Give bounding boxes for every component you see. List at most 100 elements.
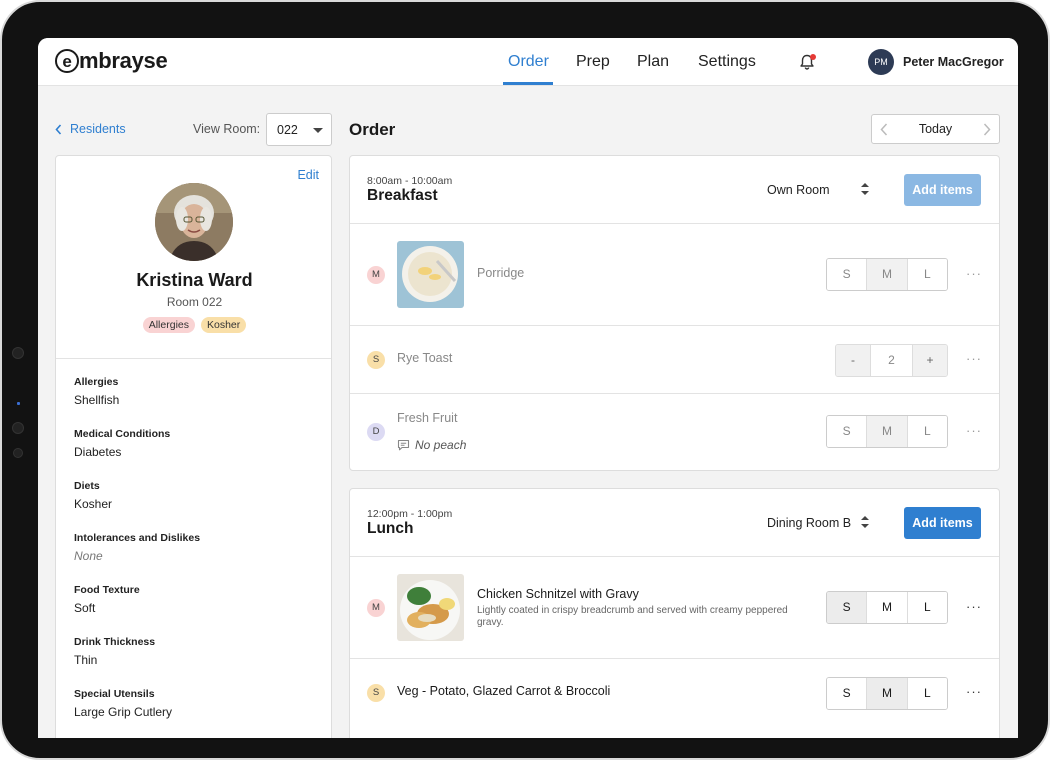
nav-tab-prep[interactable]: Prep	[576, 38, 610, 86]
size-s-button[interactable]: S	[827, 678, 868, 709]
increment-button[interactable]: +	[913, 345, 947, 376]
device-side-button	[12, 422, 24, 434]
item-name: Fresh Fruit	[397, 411, 458, 425]
more-options-icon[interactable]: ···	[966, 599, 982, 614]
nav-tab-plan[interactable]: Plan	[637, 38, 669, 86]
detail-label: Medical Conditions	[74, 428, 171, 440]
sort-icon[interactable]	[860, 514, 870, 530]
logo-mark: e	[55, 49, 79, 73]
category-badge: S	[367, 684, 385, 702]
user-avatar[interactable]: PM	[868, 49, 894, 75]
item-description: Lightly coated in crispy breadcrumb and …	[477, 605, 788, 628]
meal-time: 12:00pm - 1:00pm	[367, 508, 453, 520]
size-l-button[interactable]: L	[907, 592, 947, 623]
top-navigation-bar: e mbrayse Order Prep Plan Settings PM Pet…	[38, 38, 1018, 86]
detail-label: Special Utensils	[74, 688, 155, 700]
detail-intolerances: Intolerances and Dislikes None	[74, 532, 200, 563]
chicken-schnitzel-image	[397, 574, 464, 641]
edit-resident-link[interactable]: Edit	[297, 168, 319, 182]
porridge-image	[397, 241, 464, 308]
date-label[interactable]: Today	[919, 122, 952, 136]
detail-label: Allergies	[74, 376, 119, 388]
order-item-row: S Rye Toast - 2 + ···	[350, 326, 999, 394]
resident-photo	[155, 183, 233, 261]
size-s-button[interactable]: S	[827, 416, 868, 447]
order-item-row: S Veg - Potato, Glazed Carrot & Broccoli…	[350, 659, 999, 727]
item-name: Veg - Potato, Glazed Carrot & Broccoli	[397, 684, 611, 698]
portion-size-selector[interactable]: S M L	[826, 258, 948, 291]
detail-special-utensils: Special Utensils Large Grip Cutlery	[74, 688, 172, 719]
detail-value: None	[74, 549, 103, 563]
item-note: No peach	[397, 438, 466, 452]
meal-location[interactable]: Own Room	[767, 183, 830, 197]
category-badge: D	[367, 423, 385, 441]
embrayse-logo[interactable]: e mbrayse	[55, 48, 168, 74]
date-navigator: Today	[871, 114, 1000, 144]
size-s-button[interactable]: S	[827, 592, 868, 623]
quantity-stepper[interactable]: - 2 +	[835, 344, 948, 377]
portion-size-selector[interactable]: S M L	[826, 677, 948, 710]
detail-value: Thin	[74, 653, 98, 667]
size-l-button[interactable]: L	[907, 416, 947, 447]
category-badge: M	[367, 599, 385, 617]
order-item-row: M Chicken Schnitzel with Gravy Lightly c…	[350, 557, 999, 659]
detail-label: Intolerances and Dislikes	[74, 532, 201, 544]
active-tab-indicator	[503, 82, 553, 85]
more-options-icon[interactable]: ···	[966, 266, 982, 281]
meal-card-breakfast: 8:00am - 10:00am Breakfast Own Room Add …	[349, 155, 1000, 471]
sort-icon[interactable]	[860, 181, 870, 197]
detail-value: Diabetes	[74, 445, 122, 459]
chevron-right-icon[interactable]	[983, 122, 991, 136]
portion-size-selector[interactable]: S M L	[826, 415, 948, 448]
allergies-tag: Allergies	[142, 317, 195, 333]
nav-tab-settings[interactable]: Settings	[698, 38, 756, 86]
size-m-button[interactable]: M	[867, 678, 908, 709]
chevron-left-icon	[55, 123, 62, 135]
meal-card-lunch: 12:00pm - 1:00pm Lunch Dining Room B Add…	[349, 488, 1000, 738]
chevron-left-icon[interactable]	[880, 122, 888, 136]
size-l-button[interactable]: L	[907, 259, 947, 290]
user-name[interactable]: Peter MacGregor	[903, 55, 1004, 69]
nav-tab-order[interactable]: Order	[508, 38, 549, 86]
detail-diets: Diets Kosher	[74, 480, 112, 511]
portion-size-selector[interactable]: S M L	[826, 591, 948, 624]
add-items-button[interactable]: Add items	[904, 174, 981, 206]
quantity-value[interactable]: 2	[870, 345, 913, 376]
detail-label: Drink Thickness	[74, 636, 156, 648]
add-items-button[interactable]: Add items	[904, 507, 981, 539]
meal-time: 8:00am - 10:00am	[367, 175, 453, 187]
view-room-label: View Room:	[193, 122, 261, 136]
detail-value: Soft	[74, 601, 96, 615]
room-select[interactable]: 022	[266, 113, 332, 146]
item-name: Rye Toast	[397, 351, 453, 365]
back-to-residents-link[interactable]: Residents	[55, 122, 126, 136]
detail-medical-conditions: Medical Conditions Diabetes	[74, 428, 170, 459]
logo-wordmark: mbrayse	[79, 48, 168, 73]
kosher-tag: Kosher	[201, 317, 247, 333]
more-options-icon[interactable]: ···	[966, 684, 982, 699]
detail-value: Kosher	[74, 497, 113, 511]
size-m-button[interactable]: M	[867, 592, 908, 623]
decrement-button[interactable]: -	[836, 345, 870, 376]
tablet-frame: e mbrayse Order Prep Plan Settings PM Pet…	[0, 0, 1050, 760]
detail-value: Shellfish	[74, 393, 120, 407]
app-screen: e mbrayse Order Prep Plan Settings PM Pet…	[38, 38, 1018, 738]
notification-dot	[810, 54, 816, 60]
category-badge: S	[367, 351, 385, 369]
size-s-button[interactable]: S	[827, 259, 868, 290]
card-divider	[56, 358, 331, 359]
detail-value: Large Grip Cutlery	[74, 705, 173, 719]
more-options-icon[interactable]: ···	[966, 423, 982, 438]
detail-allergies: Allergies Shellfish	[74, 376, 119, 407]
size-m-button[interactable]: M	[867, 416, 908, 447]
order-item-row: M Porridge S M L ···	[350, 224, 999, 326]
size-m-button[interactable]: M	[867, 259, 908, 290]
size-l-button[interactable]: L	[907, 678, 947, 709]
detail-food-texture: Food Texture Soft	[74, 584, 140, 615]
meal-location[interactable]: Dining Room B	[767, 516, 851, 530]
resident-name: Kristina Ward	[136, 270, 253, 290]
room-select-value: 022	[277, 123, 298, 137]
comment-icon	[397, 439, 410, 451]
more-options-icon[interactable]: ···	[966, 351, 982, 366]
device-side-button	[12, 347, 24, 359]
